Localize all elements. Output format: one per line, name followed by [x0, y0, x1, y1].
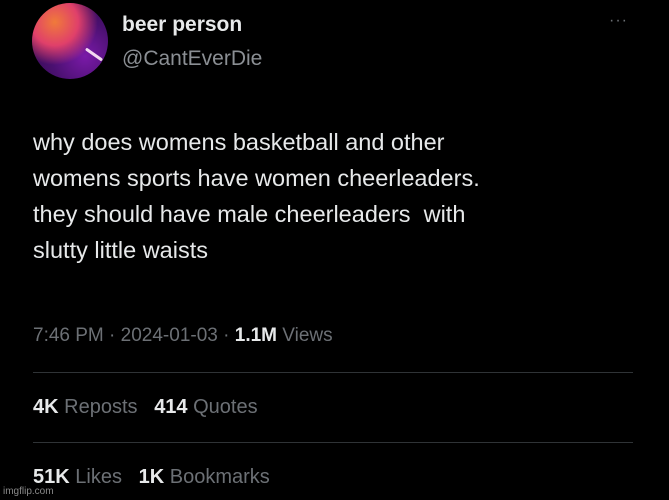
tweet-text: why does womens basketball and other wom… — [33, 124, 633, 268]
quotes-label: Quotes — [193, 396, 258, 418]
views-count: 1.1M — [234, 325, 277, 346]
author-handle[interactable]: @CantEverDie — [122, 47, 262, 71]
watermark: imgflip.com — [3, 486, 54, 497]
divider — [33, 372, 633, 373]
avatar-highlight — [84, 47, 104, 62]
quotes-link[interactable]: 414 Quotes — [154, 396, 257, 418]
reposts-link[interactable]: 4K Reposts — [33, 396, 138, 418]
meta-separator: · — [109, 325, 116, 346]
author-display-name[interactable]: beer person — [122, 13, 242, 37]
tweet-line: womens sports have women cheerleaders. — [33, 165, 480, 191]
tweet-meta: 7:46 PM · 2024-01-03 · 1.1M Views — [33, 325, 333, 347]
likes-label: Likes — [75, 466, 122, 488]
engagement-row-1: 4K Reposts 414 Quotes — [33, 396, 258, 419]
views-label: Views — [282, 325, 333, 346]
tweet-line: why does womens basketball and other — [33, 129, 445, 155]
more-options-icon[interactable]: ··· — [609, 12, 628, 30]
engagement-row-2: 51K Likes 1K Bookmarks — [33, 466, 270, 489]
tweet-date[interactable]: 2024-01-03 — [121, 325, 218, 346]
likes-count: 51K — [33, 466, 70, 488]
quotes-count: 414 — [154, 396, 188, 418]
meta-separator: · — [223, 325, 230, 346]
bookmarks-link[interactable]: 1K Bookmarks — [139, 466, 270, 488]
bookmarks-label: Bookmarks — [169, 466, 270, 488]
likes-link[interactable]: 51K Likes — [33, 466, 122, 488]
tweet-time[interactable]: 7:46 PM — [33, 325, 104, 346]
divider — [33, 442, 633, 443]
reposts-label: Reposts — [64, 396, 138, 418]
reposts-count: 4K — [33, 396, 59, 418]
avatar[interactable] — [32, 3, 108, 79]
bookmarks-count: 1K — [138, 466, 165, 488]
tweet-line: slutty little waists — [33, 237, 208, 263]
tweet-line: they should have male cheerleaders with — [33, 201, 466, 227]
